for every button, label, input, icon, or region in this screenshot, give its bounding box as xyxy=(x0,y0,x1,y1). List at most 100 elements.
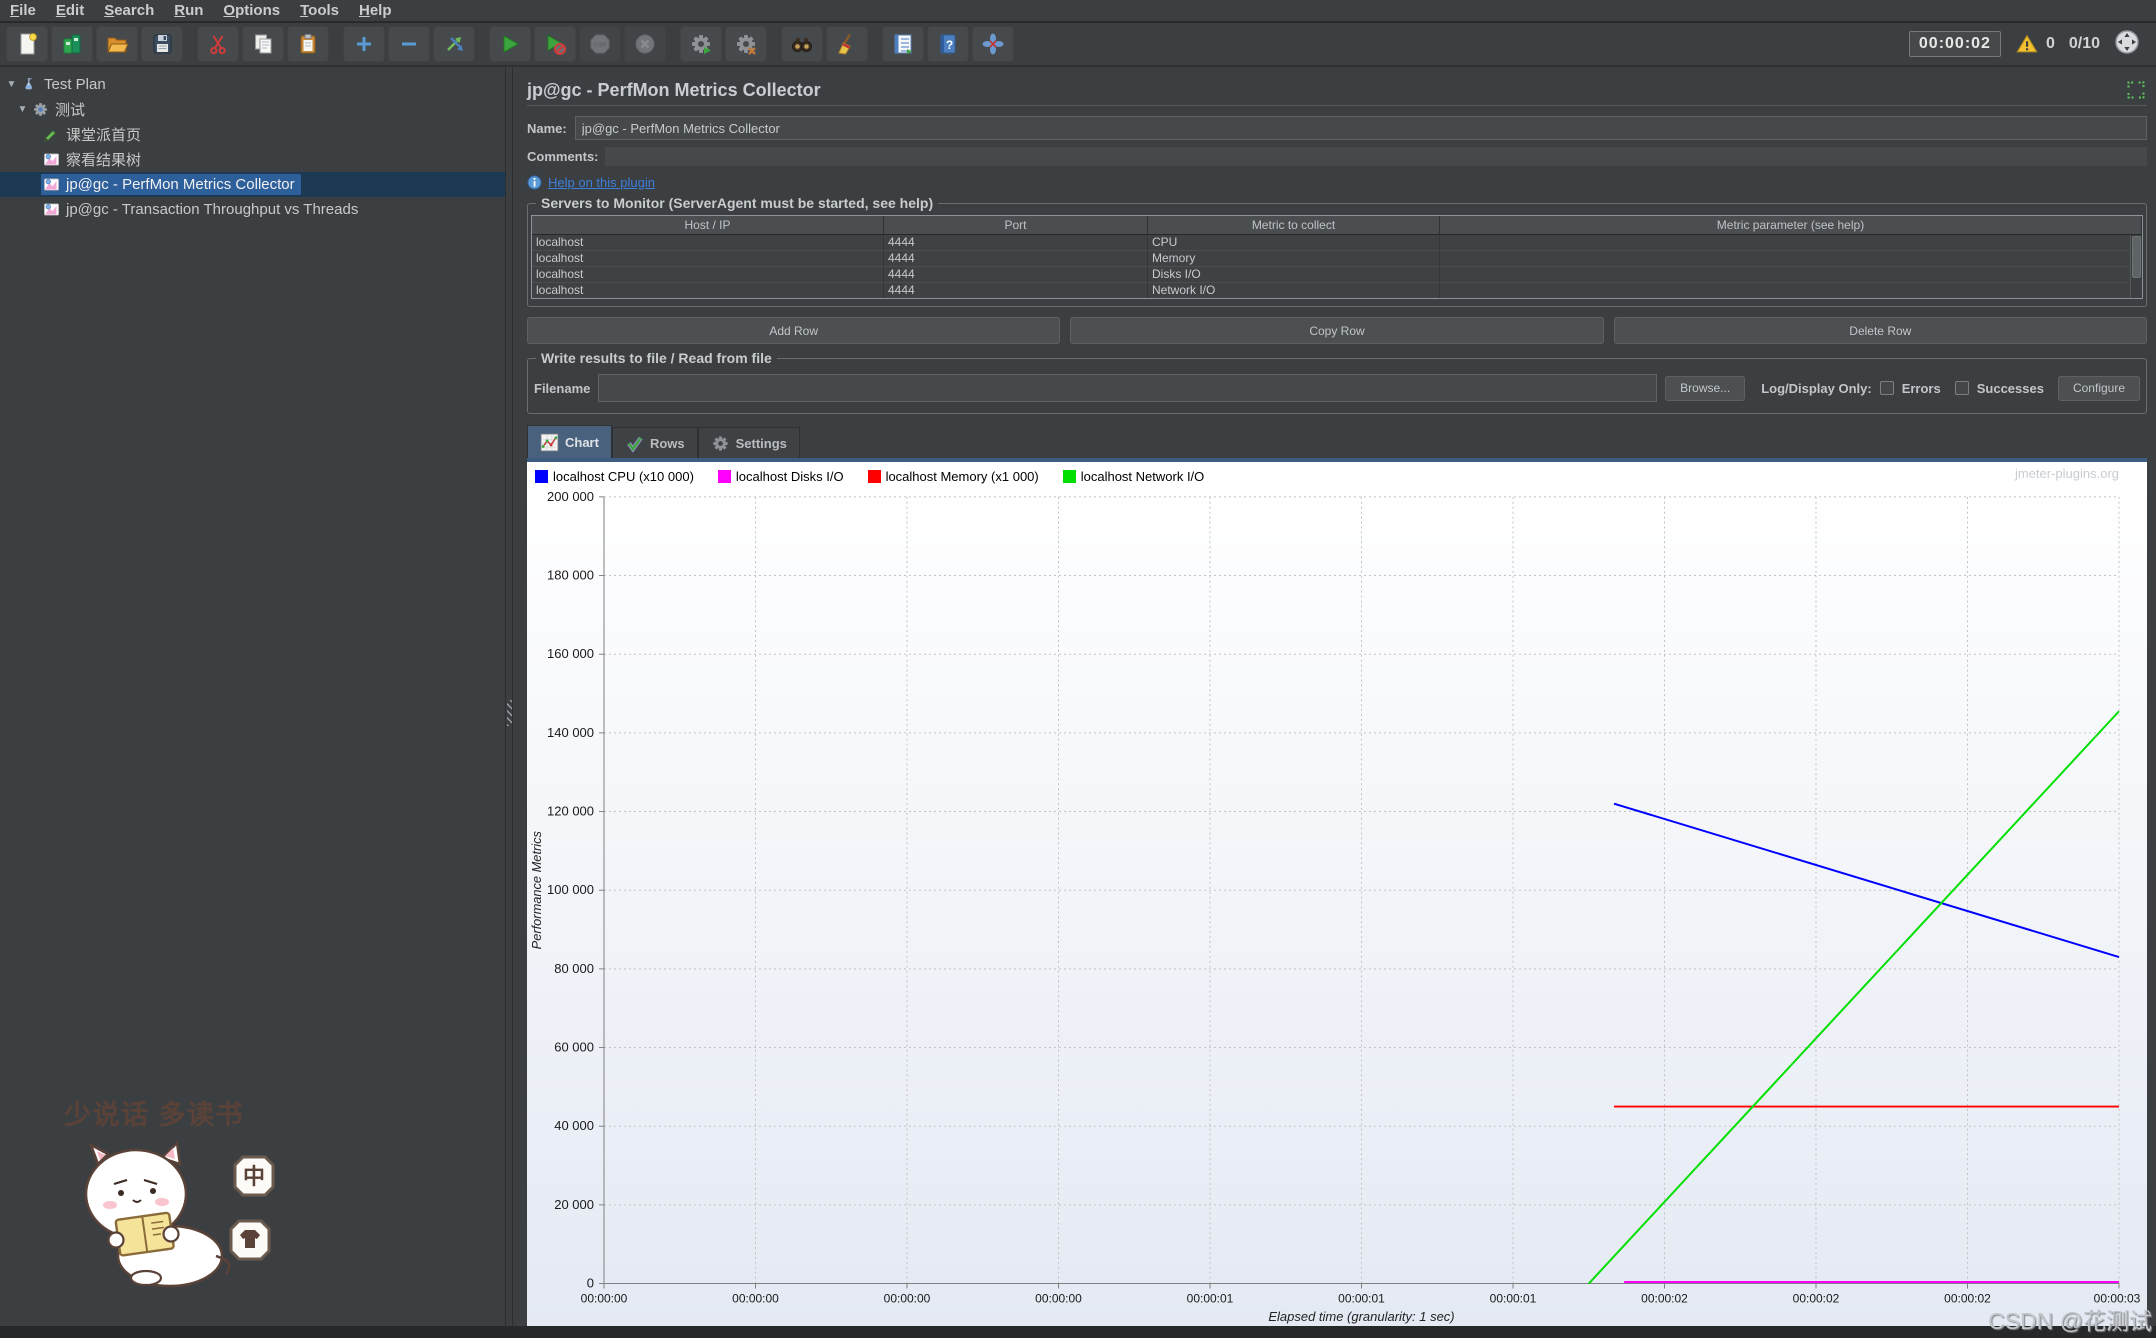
templates-button[interactable] xyxy=(51,26,93,62)
help-plugin-link[interactable]: Help on this plugin xyxy=(548,175,655,190)
open-button[interactable] xyxy=(96,26,138,62)
toggle-button[interactable] xyxy=(433,26,475,62)
table-cell[interactable]: Disks I/O xyxy=(1148,267,1440,283)
table-cell[interactable]: localhost xyxy=(532,251,884,267)
start-button[interactable] xyxy=(489,26,531,62)
menu-tools[interactable]: Tools xyxy=(290,2,349,19)
servers-groupbox: Servers to Monitor (ServerAgent must be … xyxy=(527,195,2147,307)
table-cell[interactable]: Memory xyxy=(1148,251,1440,267)
tab-settings[interactable]: Settings xyxy=(697,427,800,458)
paste xyxy=(300,34,316,54)
copy-button[interactable] xyxy=(242,26,284,62)
maximize-panel-button[interactable] xyxy=(2125,79,2147,101)
table-cell[interactable]: localhost xyxy=(532,267,884,283)
divider-grip[interactable] xyxy=(507,700,512,726)
menu-help[interactable]: Help xyxy=(349,2,402,19)
browse-button[interactable]: Browse... xyxy=(1665,375,1746,401)
svg-text:0: 0 xyxy=(587,1276,594,1291)
delete-row-button[interactable]: Delete Row xyxy=(1613,317,2147,344)
toolbar-right: 00:00:02 0 0/10 xyxy=(1908,29,2150,60)
tab-chart[interactable]: Chart xyxy=(527,425,612,458)
copy xyxy=(255,34,272,54)
servers-group-title: Servers to Monitor (ServerAgent must be … xyxy=(536,195,939,211)
column-header: Metric parameter (see help) xyxy=(1440,216,2142,235)
copy-row-button[interactable]: Copy Row xyxy=(1070,317,1604,344)
cat-figure xyxy=(84,1140,231,1288)
tree-item-课堂派首页[interactable]: 课堂派首页 xyxy=(0,122,505,147)
table-cell[interactable]: 4444 xyxy=(884,251,1148,267)
svg-text:STOP: STOP xyxy=(593,43,607,49)
search xyxy=(792,38,812,52)
svg-text:00:00:01: 00:00:01 xyxy=(1490,1291,1537,1305)
svg-text:00:00:02: 00:00:02 xyxy=(1944,1291,1991,1305)
help-button[interactable]: ? xyxy=(927,26,969,62)
tree-item-label: Test Plan xyxy=(44,76,106,93)
split-pane-divider[interactable] xyxy=(505,67,513,1326)
search-button[interactable] xyxy=(781,26,823,62)
column-header: Host / IP xyxy=(532,216,884,235)
svg-text:200 000: 200 000 xyxy=(547,489,594,504)
svg-text:?: ? xyxy=(946,38,953,52)
tree-item-label: 测试 xyxy=(55,102,86,119)
filename-label: Filename xyxy=(534,380,591,396)
table-cell[interactable] xyxy=(1440,267,2142,283)
column-header: Metric to collect xyxy=(1148,216,1440,235)
name-field[interactable] xyxy=(574,116,2147,140)
table-scrollbar-thumb[interactable] xyxy=(2132,236,2141,278)
table-cell[interactable] xyxy=(1440,283,2142,298)
toolbar-buttons: STOP? xyxy=(6,26,1017,62)
menu-run[interactable]: Run xyxy=(164,2,213,19)
tab-rows[interactable]: Rows xyxy=(611,427,698,458)
collapse-remove-button[interactable] xyxy=(388,26,430,62)
configure-button[interactable]: Configure xyxy=(2057,375,2140,401)
table-cell[interactable]: localhost xyxy=(532,283,884,298)
save-button[interactable] xyxy=(141,26,183,62)
table-cell[interactable]: 4444 xyxy=(884,283,1148,298)
menu-search[interactable]: Search xyxy=(94,2,164,19)
tree-item-test-plan[interactable]: ▼ Test Plan xyxy=(0,72,505,97)
main-panel: jp@gc - PerfMon Metrics Collector Name: … xyxy=(513,67,2156,1326)
svg-text:00:00:01: 00:00:01 xyxy=(1338,1291,1385,1305)
comments-label: Comments: xyxy=(527,148,599,164)
expand-add-button[interactable] xyxy=(343,26,385,62)
tree-item-jp-gc-transaction-throughput-vs-threads[interactable]: jp@gc - Transaction Throughput vs Thread… xyxy=(0,197,505,222)
errors-checkbox[interactable] xyxy=(1879,381,1894,395)
table-cell[interactable]: Network I/O xyxy=(1148,283,1440,298)
start-no-pauses-button[interactable] xyxy=(534,26,576,62)
expander-triangle-icon[interactable]: ▼ xyxy=(15,104,30,115)
table-cell[interactable] xyxy=(1440,251,2142,267)
function-helper-button[interactable] xyxy=(882,26,924,62)
table-cell[interactable] xyxy=(1440,235,2142,251)
tree-item-jp-gc-perfmon-metrics-collector[interactable]: jp@gc - PerfMon Metrics Collector xyxy=(0,172,505,197)
http-sampler-pen-icon xyxy=(44,130,56,142)
chart-tab-icon xyxy=(540,433,559,451)
clear-all-button[interactable] xyxy=(826,26,868,62)
new-file-button[interactable] xyxy=(6,26,48,62)
remote-stop-all-button[interactable] xyxy=(725,26,767,62)
thread-count: 0/10 xyxy=(2068,35,2100,52)
remote-start-all-button[interactable] xyxy=(680,26,722,62)
table-cell[interactable]: 4444 xyxy=(884,267,1148,283)
table-cell[interactable]: localhost xyxy=(532,235,884,251)
tab-label: Rows xyxy=(649,435,685,451)
start xyxy=(503,35,520,53)
paste-button[interactable] xyxy=(287,26,329,62)
tree-item-测试[interactable]: ▼ 测试 xyxy=(0,97,505,122)
plugins-manager-button[interactable] xyxy=(972,26,1014,62)
menu-edit[interactable]: Edit xyxy=(46,2,94,19)
table-scrollbar[interactable] xyxy=(2130,235,2142,298)
tree-item-察看结果树[interactable]: 察看结果树 xyxy=(0,147,505,172)
table-cell[interactable]: 4444 xyxy=(884,235,1148,251)
menu-options[interactable]: Options xyxy=(213,2,290,19)
successes-checkbox[interactable] xyxy=(1954,381,1969,395)
table-cell[interactable]: CPU xyxy=(1148,235,1440,251)
legend-swatch xyxy=(867,470,881,483)
add-row-button[interactable]: Add Row xyxy=(527,317,1061,344)
expander-triangle-icon[interactable]: ▼ xyxy=(4,79,19,90)
plugins-manager xyxy=(982,33,1004,55)
log-warnings[interactable]: 0 xyxy=(2015,33,2055,55)
cut-button[interactable] xyxy=(197,26,239,62)
comments-field[interactable] xyxy=(604,146,2147,166)
filename-field[interactable] xyxy=(598,374,1658,402)
menu-file[interactable]: File xyxy=(0,2,46,19)
